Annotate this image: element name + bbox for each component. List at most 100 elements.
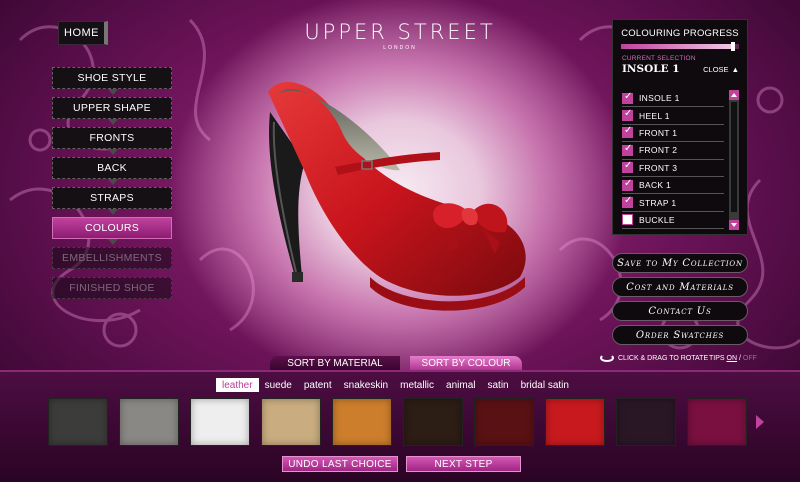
nav-item-label: FRONTS: [89, 132, 135, 144]
swatch-row: [48, 398, 747, 446]
heel-tip: [292, 272, 303, 282]
part-checkbox[interactable]: [622, 214, 633, 226]
home-button[interactable]: HOME: [58, 21, 108, 45]
undo-last-choice-button[interactable]: UNDO LAST CHOICE: [282, 456, 398, 472]
customizer-stage: HOME UPPER STREET LONDON SHOE STYLE UPPER…: [0, 0, 800, 482]
part-label: HEEL 1: [639, 110, 670, 121]
rotate-icon: [600, 354, 614, 362]
colour-swatch[interactable]: [190, 398, 250, 446]
swatch-picker: leather suede patent snakeskin metallic anima…: [0, 370, 800, 482]
colour-swatch[interactable]: [616, 398, 676, 446]
brand-logo: UPPER STREET LONDON: [300, 20, 500, 51]
part-item[interactable]: FRONT 1: [622, 125, 724, 143]
shoe-upper: [268, 82, 526, 296]
colour-swatch[interactable]: [119, 398, 179, 446]
shoe-3d-preview[interactable]: [250, 62, 550, 322]
nav-item-straps[interactable]: STRAPS: [52, 187, 172, 215]
save-to-collection-button[interactable]: Save to My Collection: [612, 253, 748, 273]
next-step-button[interactable]: NEXT STEP: [406, 456, 521, 472]
colour-swatch[interactable]: [332, 398, 392, 446]
nav-item-upper-shape[interactable]: UPPER SHAPE: [52, 97, 172, 125]
sort-by-colour-tab[interactable]: SORT BY COLOUR: [410, 356, 522, 370]
progress-fill: [621, 44, 734, 49]
colour-swatch[interactable]: [403, 398, 463, 446]
order-swatches-button[interactable]: Order Swatches: [612, 325, 748, 345]
triangle-down-icon: [108, 179, 118, 185]
close-button[interactable]: CLOSE ▲: [703, 65, 739, 74]
part-label: FRONT 3: [639, 162, 678, 173]
part-checkbox[interactable]: [622, 125, 633, 139]
material-filter: leather suede patent snakeskin metallic anima…: [216, 378, 575, 392]
triangle-down-icon: [108, 239, 118, 245]
part-item[interactable]: HEEL 1: [622, 107, 724, 125]
arrow-right-icon[interactable]: [756, 415, 764, 429]
part-checkbox[interactable]: [622, 143, 633, 156]
tips-toggle: TIPS ON / OFF: [709, 355, 757, 362]
nav-item-label: UPPER SHAPE: [73, 102, 151, 114]
part-item[interactable]: STRAP 1: [622, 194, 724, 212]
nav-item-shoe-style[interactable]: SHOE STYLE: [52, 67, 172, 95]
parts-scrollbar[interactable]: [729, 90, 739, 230]
part-item[interactable]: FRONT 2: [622, 142, 724, 160]
part-checkbox[interactable]: [622, 91, 633, 104]
logo-subtitle: LONDON: [383, 45, 417, 51]
part-item[interactable]: FRONT 3: [622, 160, 724, 177]
part-checkbox[interactable]: [622, 160, 633, 174]
colour-swatch[interactable]: [474, 398, 534, 446]
material-option[interactable]: patent: [298, 378, 338, 392]
sort-by-material-tab[interactable]: SORT BY MATERIAL: [270, 356, 400, 370]
part-label: BACK 1: [639, 180, 672, 191]
material-option[interactable]: animal: [440, 378, 481, 392]
nav-item-embellishments: EMBELLISHMENTS: [52, 247, 172, 269]
part-label: FRONT 1: [639, 127, 678, 138]
cost-and-materials-button[interactable]: Cost and Materials: [612, 277, 748, 297]
scroll-thumb[interactable]: [731, 102, 737, 212]
current-selection-label: CURRENT SELECTION: [622, 55, 696, 62]
rotate-hint-text: CLICK & DRAG TO ROTATE: [618, 354, 709, 362]
part-label: STRAP 1: [639, 197, 677, 208]
colour-swatch[interactable]: [687, 398, 747, 446]
current-selection-value: INSOLE 1: [622, 63, 680, 75]
contact-us-button[interactable]: Contact Us: [612, 301, 748, 321]
nav-item-back[interactable]: BACK: [52, 157, 172, 185]
material-option[interactable]: snakeskin: [338, 378, 394, 392]
tips-separator: /: [738, 355, 741, 362]
parts-checklist: INSOLE 1 HEEL 1 FRONT 1 FRONT 2 FRONT 3 BACK …: [622, 90, 724, 230]
nav-item-label: STRAPS: [90, 192, 134, 204]
nav-item-fronts[interactable]: FRONTS: [52, 127, 172, 155]
progress-marker: [731, 42, 736, 51]
part-checkbox[interactable]: [622, 195, 633, 209]
material-option[interactable]: satin: [481, 378, 514, 392]
material-option[interactable]: suede: [259, 378, 298, 392]
triangle-down-icon: [108, 89, 118, 95]
material-option[interactable]: metallic: [394, 378, 440, 392]
material-option[interactable]: leather: [216, 378, 259, 392]
part-checkbox[interactable]: [622, 178, 633, 191]
nav-item-label: EMBELLISHMENTS: [62, 252, 162, 264]
colour-swatch[interactable]: [48, 398, 108, 446]
triangle-up-icon: ▲: [731, 64, 739, 74]
scroll-up-icon[interactable]: [729, 90, 739, 100]
scroll-down-icon[interactable]: [729, 220, 739, 230]
colour-swatch[interactable]: [545, 398, 605, 446]
panel-title: COLOURING PROGRESS: [621, 28, 739, 39]
colouring-progress-panel: COLOURING PROGRESS CURRENT SELECTION INS…: [612, 19, 748, 235]
nav-item-label: SHOE STYLE: [77, 72, 147, 84]
tips-on-option[interactable]: ON: [727, 355, 738, 362]
triangle-down-icon: [108, 209, 118, 215]
part-item[interactable]: BUCKLE: [622, 212, 724, 230]
part-label: INSOLE 1: [639, 93, 680, 104]
tips-label: TIPS: [709, 355, 725, 362]
part-checkbox[interactable]: [622, 108, 633, 122]
material-option[interactable]: bridal satin: [515, 378, 575, 392]
tips-off-option[interactable]: OFF: [743, 355, 757, 362]
colour-swatch[interactable]: [261, 398, 321, 446]
nav-item-finished-shoe: FINISHED SHOE: [52, 277, 172, 299]
part-item[interactable]: BACK 1: [622, 177, 724, 195]
close-label: CLOSE: [703, 64, 729, 74]
nav-item-colours[interactable]: COLOURS: [52, 217, 172, 245]
logo-wordmark: UPPER STREET: [304, 20, 496, 44]
step-navigation: SHOE STYLE UPPER SHAPE FRONTS BACK STRAPS COL…: [52, 67, 172, 307]
part-item[interactable]: INSOLE 1: [622, 90, 724, 108]
rotate-hint: CLICK & DRAG TO ROTATE: [600, 354, 708, 362]
